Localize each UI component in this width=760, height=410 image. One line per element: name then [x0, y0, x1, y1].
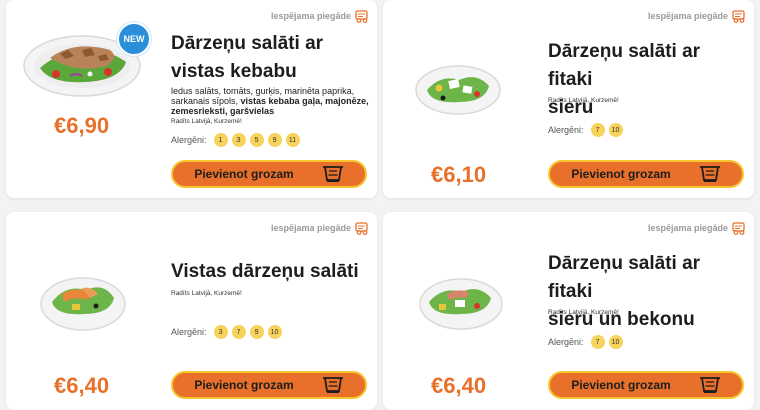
product-image[interactable]: [413, 60, 503, 116]
delivery-scooter-icon: [355, 222, 368, 235]
allergen-chip: 9: [249, 325, 264, 339]
allergens-label: Alergēni:: [171, 135, 207, 145]
allergens-label: Alergēni:: [548, 337, 584, 347]
delivery-info: Iespējama piegāde: [648, 221, 746, 235]
allergens-row: Alergēni: 3 7 9 10: [171, 325, 282, 339]
product-origin: Radīts Latvijā, Kurzemē!: [548, 309, 619, 316]
allergen-chip: 10: [267, 325, 282, 339]
allergen-chip: 10: [608, 123, 623, 137]
allergen-chip: 11: [285, 133, 300, 147]
product-origin: Radīts Latvijā, Kurzemē!: [171, 118, 242, 125]
delivery-label: Iespējama piegāde: [270, 223, 351, 233]
cart-icon: [321, 166, 344, 183]
allergen-chip: 7: [590, 123, 605, 137]
delivery-scooter-icon: [732, 10, 745, 23]
product-title-line: Dārzeņu salāti ar: [171, 33, 324, 54]
cart-icon: [698, 377, 721, 394]
allergens-label: Alergēni:: [171, 327, 207, 337]
delivery-label: Iespējama piegāde: [647, 223, 728, 233]
allergen-chip: 7: [231, 325, 246, 339]
product-description: ledus salāts, tomāts, gurķis, marinēta p…: [171, 86, 371, 116]
product-title-line: Vistas dārzeņu salāti: [171, 261, 359, 282]
product-image[interactable]: [417, 272, 505, 332]
delivery-scooter-icon: [355, 10, 368, 23]
add-to-cart-label: Pievienot grozam: [571, 167, 671, 181]
delivery-label: Iespējama piegāde: [270, 11, 351, 21]
delivery-info: Iespējama piegāde: [648, 9, 746, 23]
product-price: €6,10: [431, 162, 487, 187]
product-title[interactable]: Dārzeņu salāti ar fitaki sieru un bekonu: [548, 250, 743, 334]
delivery-label: Iespējama piegāde: [647, 11, 728, 21]
product-title[interactable]: Dārzeņu salāti ar fitaki sieru: [548, 38, 743, 122]
add-to-cart-label: Pievienot grozam: [194, 167, 294, 181]
product-price: €6,40: [54, 373, 110, 398]
allergen-chip: 1: [213, 133, 228, 147]
delivery-scooter-icon: [732, 222, 745, 235]
allergen-chip: 3: [231, 133, 246, 147]
product-image[interactable]: [38, 270, 128, 332]
allergens-row: Alergēni: 7 10: [548, 335, 623, 349]
product-price: €6,40: [431, 373, 487, 398]
product-card: Iespējama piegāde NEW Dārzeņu salāti ar …: [6, 0, 377, 198]
product-price: €6,90: [54, 113, 110, 138]
product-title-line: vistas kebabu: [171, 61, 297, 82]
delivery-info: Iespējama piegāde: [271, 9, 369, 23]
allergens-row: Alergēni: 1 3 5 9 11: [171, 133, 300, 147]
add-to-cart-label: Pievienot grozam: [571, 378, 671, 392]
allergen-chip: 5: [249, 133, 264, 147]
cart-icon: [698, 166, 721, 183]
allergen-chip: 10: [608, 335, 623, 349]
allergens-row: Alergēni: 7 10: [548, 123, 623, 137]
product-title[interactable]: Vistas dārzeņu salāti: [171, 258, 366, 286]
add-to-cart-button[interactable]: Pievienot grozam: [171, 371, 367, 399]
product-title-line: Dārzeņu salāti ar fitaki: [548, 41, 701, 90]
product-title[interactable]: Dārzeņu salāti ar vistas kebabu: [171, 30, 366, 86]
product-origin: Radīts Latvijā, Kurzemē!: [548, 97, 619, 104]
delivery-info: Iespējama piegāde: [271, 221, 369, 235]
product-origin: Radīts Latvijā, Kurzemē!: [171, 290, 242, 297]
add-to-cart-button[interactable]: Pievienot grozam: [171, 160, 367, 188]
allergen-chip: 9: [267, 133, 282, 147]
product-title-line: Dārzeņu salāti ar fitaki: [548, 253, 701, 302]
add-to-cart-label: Pievienot grozam: [194, 378, 294, 392]
allergens-label: Alergēni:: [548, 125, 584, 135]
allergen-chip: 7: [590, 335, 605, 349]
cart-icon: [321, 377, 344, 394]
product-card: Iespējama piegāde Dārzeņu salāti ar fita…: [383, 0, 754, 198]
new-badge: NEW: [117, 22, 151, 56]
add-to-cart-button[interactable]: Pievienot grozam: [548, 371, 744, 399]
add-to-cart-button[interactable]: Pievienot grozam: [548, 160, 744, 188]
product-card: Iespējama piegāde Vistas dārzeņu salāti …: [6, 212, 377, 410]
product-card: Iespējama piegāde Dārzeņu salāti ar fita…: [383, 212, 754, 410]
allergen-chip: 3: [213, 325, 228, 339]
